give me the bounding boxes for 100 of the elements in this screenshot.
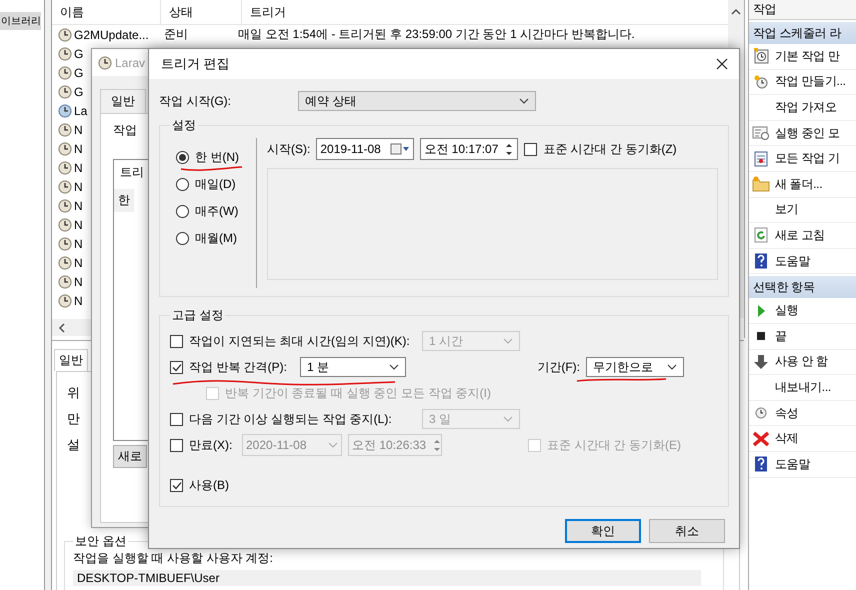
- time-field[interactable]: 오전 10:17:07: [420, 138, 518, 160]
- chevron-down-icon: [503, 338, 513, 344]
- section-header[interactable]: 작업 스케줄러 라: [749, 22, 856, 44]
- field-label: 시작(S):: [267, 140, 310, 158]
- list-icon: [752, 125, 770, 142]
- checkbox[interactable]: [170, 360, 183, 374]
- checkbox-label: 표준 시간대 간 동기화(E): [547, 436, 681, 454]
- task-status: 준비: [163, 26, 189, 43]
- checkbox[interactable]: [170, 334, 183, 348]
- task-name: N: [74, 122, 83, 136]
- radio-button[interactable]: [176, 151, 189, 164]
- action-item[interactable]: 모든 작업 기: [749, 146, 856, 172]
- checkbox-label: 반복 기간이 종료될 때 실행 중인 모든 작업 중지(I): [225, 384, 491, 402]
- section-header[interactable]: 선택한 항목: [749, 276, 856, 298]
- task-name: N: [74, 218, 83, 232]
- radio-label: 매월(M): [195, 230, 237, 247]
- chevron-down-icon: [519, 98, 529, 104]
- column-header: 트리: [119, 164, 145, 181]
- dialog-title: 트리거 편집: [161, 55, 230, 73]
- new-button[interactable]: 새로: [113, 445, 147, 468]
- spinner-icon[interactable]: [504, 142, 514, 156]
- log-icon: [752, 150, 770, 167]
- dialog-button[interactable]: 취소: [649, 519, 725, 543]
- task-name: N: [74, 160, 83, 174]
- task-name: La: [74, 104, 88, 118]
- general-tab[interactable]: 일반: [100, 89, 146, 113]
- date-field[interactable]: 2019-11-08: [316, 138, 414, 160]
- radio-label: 매주(W): [195, 203, 238, 220]
- chevron-down-icon: [328, 442, 338, 448]
- checkbox-label: 사용(B): [189, 476, 229, 494]
- action-item[interactable]: 도움말: [749, 452, 856, 478]
- checkbox[interactable]: [170, 438, 183, 452]
- action-item[interactable]: 실행 중인 모: [749, 120, 856, 146]
- task-name: G: [74, 84, 84, 98]
- checkbox[interactable]: [170, 478, 183, 492]
- checkbox[interactable]: [170, 412, 183, 426]
- down-arrow-icon: [752, 354, 770, 370]
- action-item[interactable]: 삭제: [749, 426, 856, 452]
- action-item[interactable]: 작업 만들기...: [749, 70, 856, 96]
- checkbox-label: 작업 반복 간격(P):: [189, 358, 287, 376]
- task-name: G2MUpdate...: [74, 28, 149, 42]
- trigger-row[interactable]: 한: [114, 189, 134, 212]
- scroll-up-icon[interactable]: [731, 8, 741, 16]
- field-label: 설: [67, 437, 80, 452]
- checkbox-label: 작업이 지연되는 최대 시간(임의 지연)(K):: [189, 332, 410, 350]
- general-tab[interactable]: 일반: [54, 349, 88, 371]
- clock-icon: [98, 56, 112, 70]
- action-item[interactable]: 보기: [749, 198, 856, 224]
- action-item[interactable]: 도움말: [749, 248, 856, 274]
- task-name: N: [74, 142, 83, 156]
- task-name: N: [74, 180, 83, 194]
- field-label: 기간(F):: [537, 358, 580, 376]
- chevron-down-icon: [389, 364, 399, 370]
- field-label: 작업 시작(G):: [159, 92, 232, 110]
- action-item[interactable]: 사용 안 함: [749, 350, 856, 376]
- task-name: G: [74, 46, 84, 60]
- checkbox-label: 다음 기간 이상 실행되는 작업 중지(L):: [189, 410, 392, 428]
- radio-button[interactable]: [176, 178, 189, 191]
- action-item[interactable]: 작업 가져오: [749, 95, 856, 121]
- task-name: N: [74, 236, 83, 250]
- task-name: G: [74, 66, 84, 80]
- action-item[interactable]: 실행: [749, 298, 856, 324]
- help-icon: [752, 456, 770, 472]
- radio-label: 매일(D): [195, 176, 236, 193]
- task-name: N: [74, 274, 83, 288]
- task-name: N: [74, 198, 83, 212]
- task-trigger: 매일 오전 1:54에 - 트리거된 후 23:59:00 기간 동안 1 시간마다 반복합니다.: [237, 26, 635, 43]
- radio-label: 한 번(N): [195, 149, 239, 166]
- account-label: 작업을 실행할 때 사용할 사용자 계정:: [73, 550, 274, 567]
- task-name: N: [74, 294, 83, 308]
- field-label: 위: [67, 385, 80, 400]
- annotation-underline: [180, 166, 242, 171]
- dialog-button[interactable]: 확인: [565, 519, 641, 543]
- refresh-icon: [752, 227, 770, 244]
- window-title: Larav: [115, 56, 146, 70]
- group-title: 고급 설정: [171, 307, 224, 324]
- radio-button[interactable]: [176, 205, 189, 218]
- radio-button[interactable]: [176, 232, 189, 245]
- task-name: N: [74, 256, 83, 270]
- column-header[interactable]: 상태: [161, 0, 242, 24]
- checkbox[interactable]: [524, 142, 538, 156]
- calendar-icon: [390, 143, 410, 155]
- action-item[interactable]: 새 폴더...: [749, 172, 856, 198]
- duration-dropdown[interactable]: 무기한으로: [586, 357, 684, 377]
- close-icon[interactable]: [715, 57, 729, 71]
- scroll-left-icon[interactable]: [58, 322, 65, 332]
- chevron-down-icon: [503, 416, 513, 422]
- action-item[interactable]: 내보내기...: [749, 375, 856, 401]
- pane-title: 작업: [749, 0, 856, 20]
- nav-item[interactable]: 이브러리: [0, 12, 41, 30]
- column-header[interactable]: 이름: [52, 0, 161, 24]
- action-item[interactable]: 기본 작업 만: [749, 44, 856, 70]
- interval-dropdown[interactable]: 1 분: [300, 357, 406, 377]
- group-title: 설정: [171, 117, 197, 134]
- action-item[interactable]: 속성: [749, 400, 856, 426]
- delete-icon: [752, 430, 770, 447]
- begin-dropdown[interactable]: 예약 상태: [298, 91, 536, 111]
- account-field: DESKTOP-TMIBUEF\User: [73, 570, 701, 586]
- action-item[interactable]: 끝: [749, 324, 856, 350]
- action-item[interactable]: 새로 고침: [749, 223, 856, 249]
